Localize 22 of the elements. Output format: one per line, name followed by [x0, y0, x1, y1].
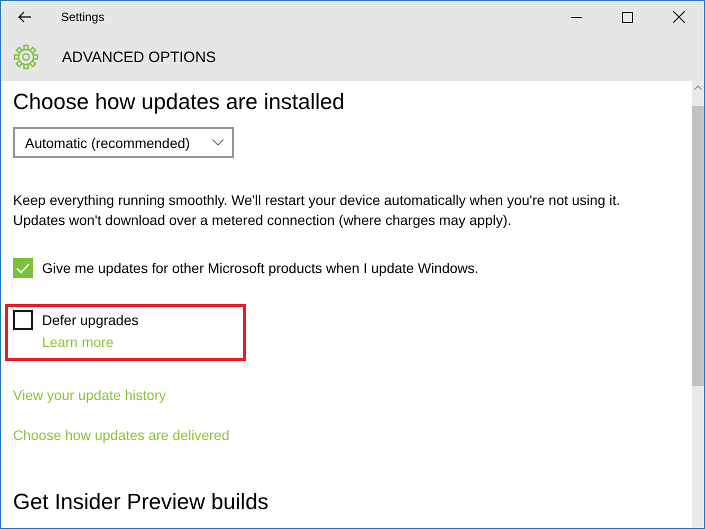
scrollbar[interactable] — [692, 81, 704, 528]
minimize-icon — [571, 16, 582, 18]
checkbox[interactable] — [13, 258, 33, 278]
update-mode-dropdown[interactable]: Automatic (recommended) — [13, 127, 234, 158]
learn-more-link[interactable]: Learn more — [42, 332, 139, 352]
close-icon — [672, 11, 684, 23]
scroll-up-icon[interactable] — [694, 85, 702, 90]
window-title: Settings — [61, 10, 106, 24]
settings-link[interactable]: View your update history — [13, 385, 230, 405]
page-title: ADVANCED OPTIONS — [62, 48, 216, 66]
settings-link[interactable]: Choose how updates are delivered — [13, 425, 230, 445]
section-heading: Get Insider Preview builds — [13, 489, 269, 515]
checkbox-label: Give me updates for other Microsoft products when I update Windows. — [42, 259, 479, 278]
checkbox-label: Defer upgrades — [42, 311, 139, 330]
maximize-icon — [622, 12, 633, 22]
checkbox[interactable] — [13, 310, 33, 330]
section-heading: Choose how updates are installed — [13, 89, 344, 115]
settings-icon — [13, 44, 39, 70]
description-text: Keep everything running smoothly. We'll restart your device automatically when you're not using it. Updates won't download over a metered connection (where charges may apply). — [13, 191, 622, 230]
chevron-icon — [212, 139, 224, 146]
back-icon — [18, 11, 32, 23]
checkmark-icon — [16, 262, 30, 274]
